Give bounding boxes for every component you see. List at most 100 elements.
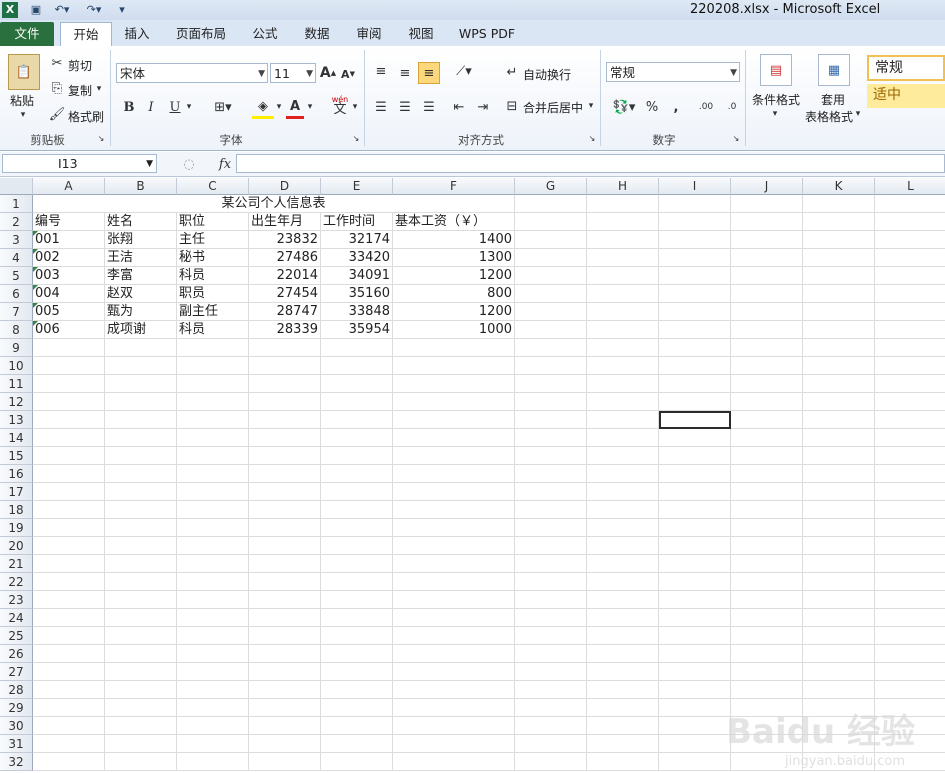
font-size-select[interactable]: 11 ▼ — [270, 63, 316, 83]
cell-D19[interactable] — [249, 519, 321, 537]
cell-D23[interactable] — [249, 591, 321, 609]
wrap-text-button[interactable]: 自动换行 — [523, 66, 571, 83]
cell-B8[interactable]: 成项谢 — [105, 321, 177, 339]
cell-J12[interactable] — [731, 393, 803, 411]
column-header-D[interactable]: D — [249, 178, 321, 195]
cell-I25[interactable] — [659, 627, 731, 645]
shrink-font-icon[interactable]: A ▼ — [340, 66, 356, 82]
cell-D22[interactable] — [249, 573, 321, 591]
cell-B31[interactable] — [105, 735, 177, 753]
cell-E13[interactable] — [321, 411, 393, 429]
increase-decimal-button[interactable]: .00 — [696, 98, 716, 116]
cell-D14[interactable] — [249, 429, 321, 447]
cell-E7[interactable]: 33848 — [321, 303, 393, 321]
cell-F5[interactable]: 1200 — [393, 267, 515, 285]
cell-F18[interactable] — [393, 501, 515, 519]
cell-A30[interactable] — [33, 717, 105, 735]
wrap-text-icon[interactable]: ↵ — [504, 64, 520, 80]
cell-A23[interactable] — [33, 591, 105, 609]
font-color-icon[interactable]: A — [286, 96, 304, 119]
column-header-I[interactable]: I — [659, 178, 731, 195]
cell-E17[interactable] — [321, 483, 393, 501]
cell-D9[interactable] — [249, 339, 321, 357]
cell-K9[interactable] — [803, 339, 875, 357]
cell-A2[interactable]: 编号 — [33, 213, 105, 231]
cell-G10[interactable] — [515, 357, 587, 375]
cell-J1[interactable] — [731, 195, 803, 213]
cell-I31[interactable] — [659, 735, 731, 753]
cell-D18[interactable] — [249, 501, 321, 519]
cell-E27[interactable] — [321, 663, 393, 681]
cut-button[interactable]: 剪切 — [68, 57, 92, 74]
cell-C4[interactable]: 秘书 — [177, 249, 249, 267]
cell-A26[interactable] — [33, 645, 105, 663]
cell-G8[interactable] — [515, 321, 587, 339]
cell-B24[interactable] — [105, 609, 177, 627]
cell-L10[interactable] — [875, 357, 945, 375]
cell-H29[interactable] — [587, 699, 659, 717]
italic-button[interactable]: I — [142, 98, 160, 116]
cell-L9[interactable] — [875, 339, 945, 357]
cell-K1[interactable] — [803, 195, 875, 213]
row-header-9[interactable]: 9 — [0, 339, 33, 357]
cell-F25[interactable] — [393, 627, 515, 645]
cell-B11[interactable] — [105, 375, 177, 393]
cell-D13[interactable] — [249, 411, 321, 429]
cell-L15[interactable] — [875, 447, 945, 465]
cell-A16[interactable] — [33, 465, 105, 483]
cell-C24[interactable] — [177, 609, 249, 627]
cell-J2[interactable] — [731, 213, 803, 231]
cell-A8[interactable]: 006 — [33, 321, 105, 339]
row-header-18[interactable]: 18 — [0, 501, 33, 519]
cell-C2[interactable]: 职位 — [177, 213, 249, 231]
formula-input[interactable] — [236, 154, 945, 173]
cell-C14[interactable] — [177, 429, 249, 447]
cell-L28[interactable] — [875, 681, 945, 699]
cell-D27[interactable] — [249, 663, 321, 681]
grow-font-icon[interactable]: A ▲ — [320, 64, 336, 82]
cell-I7[interactable] — [659, 303, 731, 321]
column-header-J[interactable]: J — [731, 178, 803, 195]
cell-F14[interactable] — [393, 429, 515, 447]
cell-E16[interactable] — [321, 465, 393, 483]
cell-H1[interactable] — [587, 195, 659, 213]
cell-I2[interactable] — [659, 213, 731, 231]
align-right-icon[interactable]: ☰ — [420, 98, 438, 116]
cell-K21[interactable] — [803, 555, 875, 573]
cell-B17[interactable] — [105, 483, 177, 501]
cell-G19[interactable] — [515, 519, 587, 537]
cell-E21[interactable] — [321, 555, 393, 573]
cell-C32[interactable] — [177, 753, 249, 771]
cell-J13[interactable] — [731, 411, 803, 429]
cell-L4[interactable] — [875, 249, 945, 267]
font-color-dropdown-icon[interactable]: ▾ — [305, 98, 315, 116]
cell-F24[interactable] — [393, 609, 515, 627]
merge-dropdown-icon[interactable]: ▾ — [586, 99, 596, 113]
cell-F17[interactable] — [393, 483, 515, 501]
cell-G28[interactable] — [515, 681, 587, 699]
cell-style-neutral[interactable]: 适中 — [867, 84, 945, 108]
phonetic-dropdown-icon[interactable]: ▾ — [350, 98, 360, 116]
number-launcher-icon[interactable]: ↘ — [732, 134, 740, 143]
cell-D10[interactable] — [249, 357, 321, 375]
align-bottom-icon[interactable]: ≡ — [418, 62, 440, 84]
row-header-14[interactable]: 14 — [0, 429, 33, 447]
cell-G24[interactable] — [515, 609, 587, 627]
row-header-23[interactable]: 23 — [0, 591, 33, 609]
cell-K16[interactable] — [803, 465, 875, 483]
cell-F7[interactable]: 1200 — [393, 303, 515, 321]
cell-K18[interactable] — [803, 501, 875, 519]
cell-J20[interactable] — [731, 537, 803, 555]
cell-K10[interactable] — [803, 357, 875, 375]
cell-J25[interactable] — [731, 627, 803, 645]
cell-D6[interactable]: 27454 — [249, 285, 321, 303]
cell-L22[interactable] — [875, 573, 945, 591]
cell-L2[interactable] — [875, 213, 945, 231]
cell-C18[interactable] — [177, 501, 249, 519]
cell-I19[interactable] — [659, 519, 731, 537]
cell-L16[interactable] — [875, 465, 945, 483]
cell-C25[interactable] — [177, 627, 249, 645]
cell-D28[interactable] — [249, 681, 321, 699]
cell-E6[interactable]: 35160 — [321, 285, 393, 303]
cell-H16[interactable] — [587, 465, 659, 483]
